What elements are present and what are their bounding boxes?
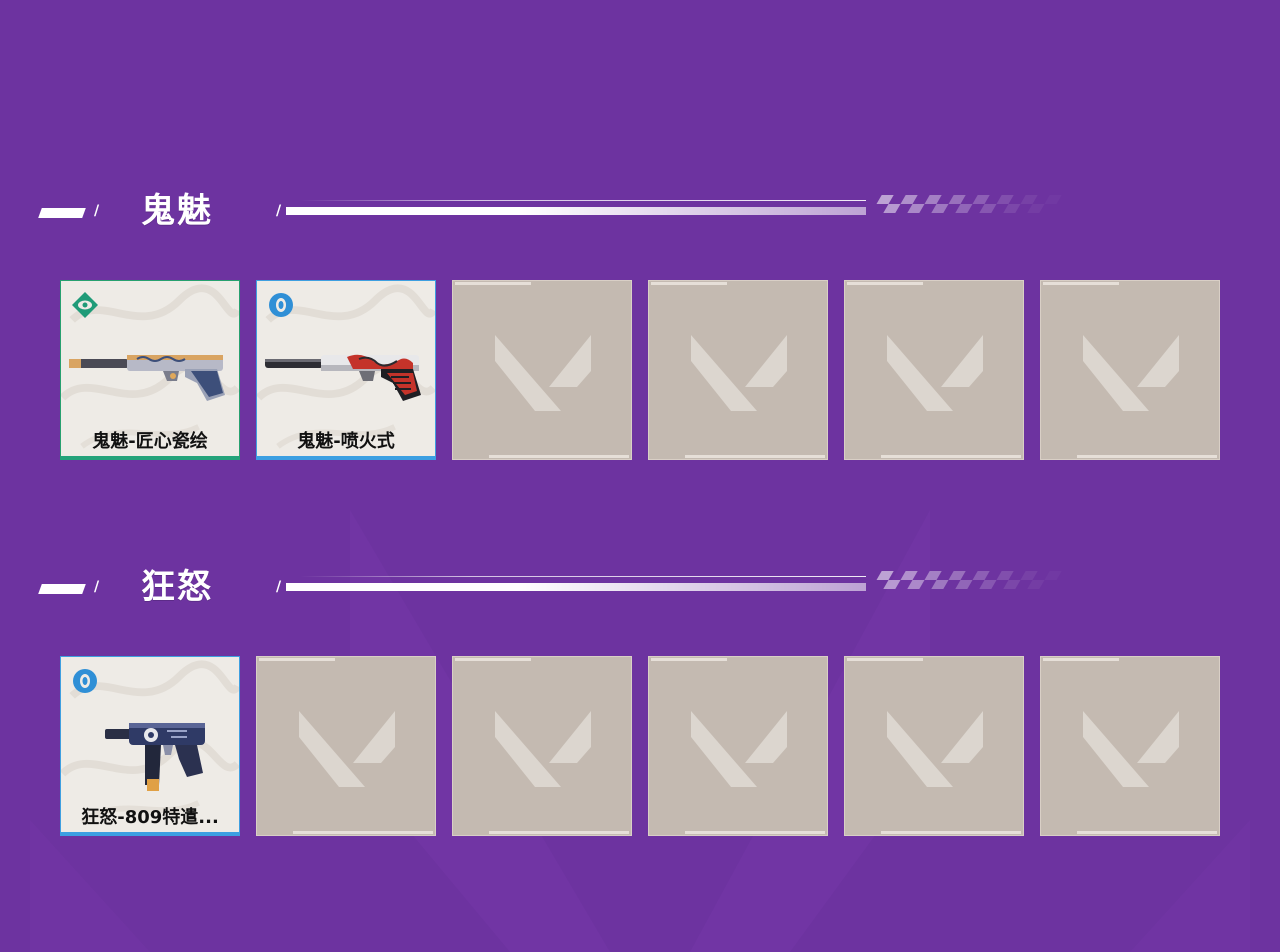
valorant-logo-icon xyxy=(1083,335,1179,411)
collection-page: { "sections": [ { "title": "鬼魅", "items"… xyxy=(0,0,1280,952)
skin-grid-frenzy: 狂怒-809特遣... xyxy=(60,656,1220,836)
empty-skin-slot xyxy=(844,656,1024,836)
skin-card[interactable]: 狂怒-809特遣... xyxy=(60,656,240,836)
valorant-logo-icon xyxy=(887,335,983,411)
header-dash xyxy=(38,208,86,218)
deluxe-edition-icon xyxy=(269,293,293,317)
valorant-logo-icon xyxy=(495,335,591,411)
valorant-logo-icon xyxy=(887,711,983,787)
empty-skin-slot xyxy=(648,280,828,460)
header-slash: / xyxy=(94,203,100,219)
section-title: 鬼魅 xyxy=(141,191,213,231)
empty-skin-slot xyxy=(1040,280,1220,460)
header-dash xyxy=(38,584,86,594)
deluxe-edition-icon xyxy=(73,669,97,693)
section-header-ghost: / 鬼魅 / xyxy=(0,183,1280,243)
empty-skin-slot xyxy=(452,280,632,460)
skin-card[interactable]: 鬼魅-喷火式 xyxy=(256,280,436,460)
valorant-logo-icon xyxy=(299,711,395,787)
skin-name: 鬼魅-喷火式 xyxy=(297,431,395,452)
skin-name: 鬼魅-匠心瓷绘 xyxy=(92,431,208,452)
ghost-porcelain-gun-image xyxy=(69,355,225,401)
section-header-frenzy: / 狂怒 / xyxy=(0,559,1280,619)
frenzy-809-gun-image xyxy=(105,723,205,791)
section-title: 狂怒 xyxy=(141,567,213,607)
valorant-logo-icon xyxy=(691,711,787,787)
header-checker-pattern xyxy=(876,571,1045,589)
header-slash: / xyxy=(276,203,282,219)
valorant-logo-icon xyxy=(1083,711,1179,787)
empty-skin-slot xyxy=(1040,656,1220,836)
valorant-logo-icon xyxy=(495,711,591,787)
select-edition-icon xyxy=(72,292,98,318)
header-thin-line xyxy=(300,576,866,577)
header-line xyxy=(286,583,866,591)
skin-grid-ghost: 鬼魅-匠心瓷绘 鬼魅-喷火式 xyxy=(60,280,1220,460)
header-slash: / xyxy=(94,579,100,595)
valorant-logo-icon xyxy=(691,335,787,411)
skin-name: 狂怒-809特遣... xyxy=(81,807,219,828)
empty-skin-slot xyxy=(452,656,632,836)
empty-skin-slot xyxy=(648,656,828,836)
skin-card[interactable]: 鬼魅-匠心瓷绘 xyxy=(60,280,240,460)
header-line xyxy=(286,207,866,215)
header-thin-line xyxy=(300,200,866,201)
empty-skin-slot xyxy=(256,656,436,836)
header-checker-pattern xyxy=(876,195,1045,213)
empty-skin-slot xyxy=(844,280,1024,460)
ghost-flamethrower-gun-image xyxy=(265,354,421,401)
header-slash: / xyxy=(276,579,282,595)
